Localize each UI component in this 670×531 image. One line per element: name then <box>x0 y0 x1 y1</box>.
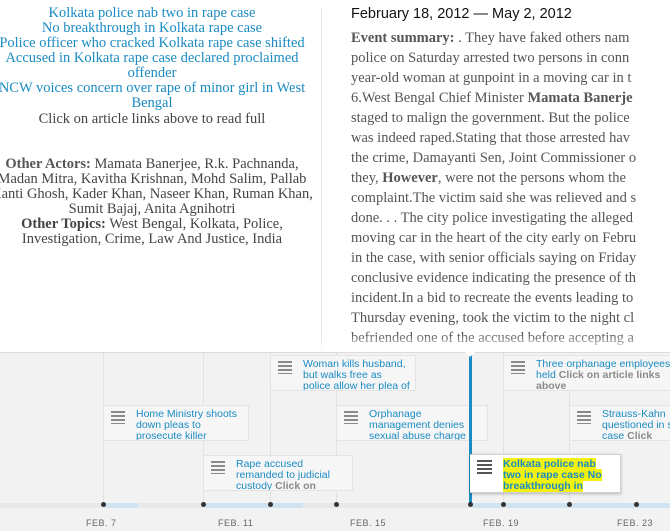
timeline-event-dot[interactable] <box>201 502 206 507</box>
summary-line: they, However, were not the persons whom… <box>351 170 626 186</box>
axis-range-segment <box>104 503 138 508</box>
timeline-card[interactable]: Woman kills husband, but walks free as p… <box>270 355 416 391</box>
summary-line: year-old woman at gunpoint in a moving c… <box>351 70 632 86</box>
timeline-event-dot[interactable] <box>634 502 639 507</box>
timeline-event-dot[interactable] <box>101 502 106 507</box>
timeline-card-title: Home Ministry shoots down pleas to prose… <box>136 408 237 441</box>
axis-range-segment <box>206 503 303 508</box>
timeline-card[interactable]: Three orphanage employees held Click on … <box>503 355 670 391</box>
column-divider <box>321 8 322 352</box>
summary-line: the crime, Damayanti Sen, Joint Commissi… <box>351 150 637 166</box>
related-articles-column: Kolkata police nab two in rape case No b… <box>0 6 318 247</box>
summary-line: Event summary: . They have faked others … <box>351 30 630 46</box>
timeline-event-dot[interactable] <box>501 502 506 507</box>
timeline-event-dot[interactable] <box>334 502 339 507</box>
axis-range-segment <box>505 503 670 508</box>
axis-range-segment <box>472 503 504 508</box>
article-icon <box>278 361 292 374</box>
other-topics: Other Topics: West Bengal, Kolkata, Poli… <box>0 217 318 247</box>
timeline-card[interactable]: Home Ministry shoots down pleas to prose… <box>103 405 249 441</box>
summary-line: incident.In a bid to recreate the events… <box>351 290 634 306</box>
article-icon <box>577 411 591 424</box>
summary-line: police on Saturday arrested two persons … <box>351 50 630 66</box>
article-link[interactable]: NCW voices concern over rape of minor gi… <box>0 81 318 111</box>
summary-line: complaint.The victim said she was reliev… <box>351 190 637 206</box>
article-icon <box>211 461 225 474</box>
event-summary-label: Event summary: <box>351 30 459 46</box>
summary-line: moving car in the heart of the city earl… <box>351 230 637 246</box>
selected-timeline-card[interactable]: Kolkata police nab two in rape case No b… <box>470 454 621 493</box>
summary-line: staged to malign the government. But the… <box>351 110 630 126</box>
article-link[interactable]: Accused in Kolkata rape case declared pr… <box>0 51 318 81</box>
axis-label: FEB. 19 <box>483 518 520 528</box>
article-panel: Kolkata police nab two in rape case No b… <box>0 0 670 352</box>
timeline-event-dot[interactable] <box>567 502 572 507</box>
timeline-event-dot[interactable] <box>268 502 273 507</box>
article-link[interactable]: Kolkata police nab two in rape case <box>0 6 318 21</box>
summary-line: Thursday evening, took the victim to the… <box>351 310 635 326</box>
axis-label: FEB. 11 <box>218 518 254 528</box>
axis-label: FEB. 15 <box>350 518 387 528</box>
other-actors: Other Actors: Mamata Banerjee, R.k. Pach… <box>0 157 318 217</box>
timeline-card[interactable]: Rape accused remanded to judicial custod… <box>203 455 353 491</box>
timeline-card[interactable]: Orphanage management denies sexual abuse… <box>336 405 488 441</box>
article-link[interactable]: Police officer who cracked Kolkata rape … <box>0 36 318 51</box>
article-icon <box>111 411 125 424</box>
axis-label: FEB. 7 <box>86 518 117 528</box>
event-summary-column: February 18, 2012 — May 2, 2012 Event su… <box>351 5 670 348</box>
article-icon <box>344 411 358 424</box>
event-summary: Event summary: . They have faked others … <box>351 28 670 348</box>
other-actors-label: Other Actors: <box>5 156 91 172</box>
timeline-card-hint: Click on <box>275 480 316 491</box>
timeline-card[interactable]: Strauss-Kahn questioned in sex case Clic… <box>569 405 670 441</box>
timeline-card-title: Woman kills husband, but walks free as p… <box>303 358 410 391</box>
timeline-event-dot[interactable] <box>468 502 473 507</box>
summary-line: was indeed raped.Stating that those arre… <box>351 130 631 146</box>
timeline-card-hint: Click <box>627 430 653 441</box>
axis-label: FEB. 23 <box>617 518 654 528</box>
summary-line: in the case, with senior officials sayin… <box>351 250 637 266</box>
event-date-range: February 18, 2012 — May 2, 2012 <box>351 6 572 22</box>
selected-card-title: Kolkata police nab two in rape case No b… <box>503 458 602 492</box>
summary-line: done. . . The city police investigating … <box>351 210 633 226</box>
other-topics-label: Other Topics: <box>21 216 106 232</box>
article-icon <box>511 361 525 374</box>
article-icon <box>477 460 492 475</box>
text-fade <box>0 334 670 352</box>
summary-line: 6.West Bengal Chief Minister Mamata Bane… <box>351 90 633 106</box>
marker-caret-icon <box>462 349 478 357</box>
timeline-card-title: Orphanage management denies sexual abuse… <box>369 408 466 441</box>
article-link[interactable]: No breakthrough in Kolkata rape case <box>0 21 318 36</box>
summary-line: conclusive evidence indicating the prese… <box>351 270 637 286</box>
read-full-hint: Click on article links above to read ful… <box>38 111 266 127</box>
